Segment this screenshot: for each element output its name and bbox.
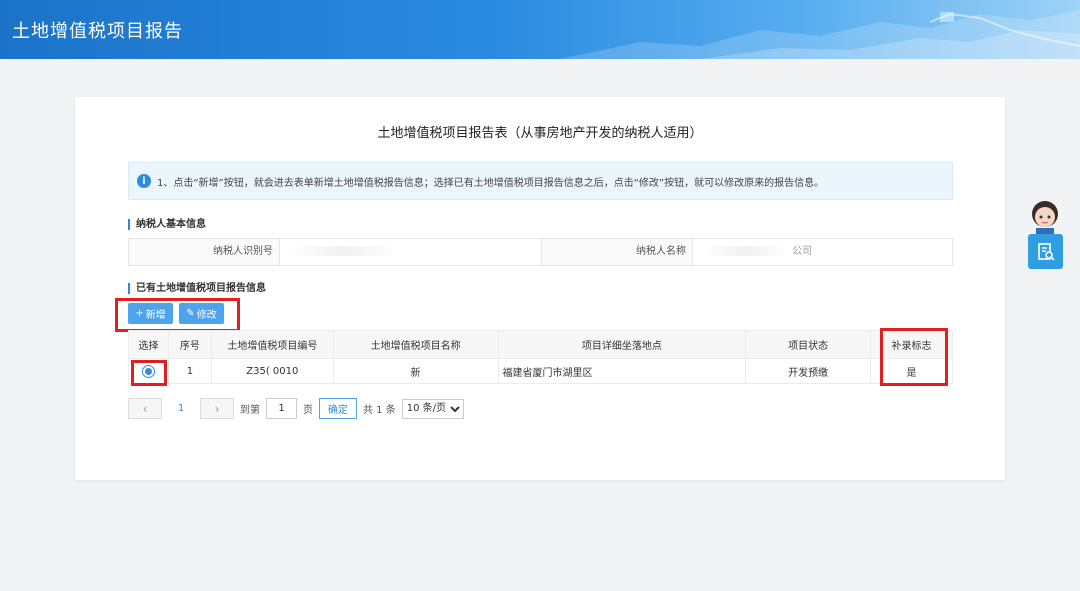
col-header: 补录标志	[870, 330, 953, 359]
chevron-left-icon: ‹	[142, 401, 148, 416]
plus-icon: +	[135, 308, 144, 319]
code-cell: Z35( 0010	[210, 358, 334, 384]
taxpayer-name-label: 纳税人名称	[636, 246, 686, 257]
top-header: 土地增值税项目报告	[0, 0, 1080, 59]
table-row[interactable]: 1 Z35( 0010 新 福建省厦门市湖里区 开发预缴 是	[128, 358, 953, 384]
total-count: 共 1 条	[363, 405, 396, 416]
assistant-avatar[interactable]	[1028, 198, 1062, 234]
index-cell: 1	[167, 358, 212, 384]
edit-button[interactable]: ✎ 修改	[179, 303, 224, 324]
col-header: 土地增值税项目编号	[210, 330, 334, 359]
col-header: 序号	[167, 330, 212, 359]
report-table: 选择 序号 土地增值税项目编号 土地增值税项目名称 项目详细坐落地点 项目状态 …	[128, 330, 953, 384]
notice-box: i 1、点击“新增”按钮，就会进去表单新增土地增值税报告信息；选择已有土地增值税…	[128, 162, 953, 200]
col-header: 土地增值税项目名称	[332, 330, 499, 359]
confirm-button[interactable]: 确定	[319, 398, 357, 419]
redacted-value	[288, 246, 398, 256]
select-cell[interactable]	[128, 358, 169, 384]
app-title: 土地增值税项目报告	[12, 21, 183, 42]
table-header-row: 选择 序号 土地增值税项目编号 土地增值税项目名称 项目详细坐落地点 项目状态 …	[128, 330, 953, 359]
status-cell: 开发预缴	[745, 358, 872, 384]
pagination: ‹ 1 › 到第 页 确定 共 1 条 10 条/页	[128, 398, 464, 419]
chevron-right-icon: ›	[214, 401, 220, 416]
page-size-select[interactable]: 10 条/页	[401, 398, 464, 419]
add-button[interactable]: + 新增	[128, 303, 173, 324]
col-header: 项目状态	[745, 330, 872, 359]
report-card: 土地增值税项目报告表（从事房地产开发的纳税人适用） i 1、点击“新增”按钮，就…	[75, 97, 1005, 480]
goto-label: 到第	[240, 405, 260, 416]
section-basic-info: 纳税人基本信息	[128, 219, 206, 230]
edit-button-label: 修改	[196, 310, 217, 321]
name-cell: 新	[332, 358, 499, 384]
side-tool-button[interactable]	[1028, 234, 1063, 269]
section-report-info: 已有土地增值税项目报告信息	[128, 283, 266, 294]
location-cell: 福建省厦门市湖里区	[497, 358, 747, 384]
taxpayer-info-row: 纳税人识别号 纳税人名称 公司	[128, 238, 953, 266]
redacted-value	[701, 246, 789, 256]
pencil-icon: ✎	[186, 308, 195, 319]
taxpayer-name-text: 公司	[792, 246, 813, 257]
add-button-label: 新增	[145, 310, 166, 321]
page-number[interactable]: 1	[162, 403, 200, 414]
info-icon: i	[137, 174, 151, 188]
col-header: 选择	[128, 330, 169, 359]
form-title: 土地增值税项目报告表（从事房地产开发的纳税人适用）	[377, 126, 703, 141]
page-input[interactable]	[266, 398, 297, 419]
col-header: 项目详细坐落地点	[497, 330, 747, 359]
flag-cell: 是	[870, 358, 953, 384]
search-document-icon	[1037, 242, 1055, 261]
taxpayer-id-value	[279, 239, 542, 265]
page-suffix: 页	[303, 405, 313, 416]
prev-page-button[interactable]: ‹	[128, 398, 162, 419]
taxpayer-name-value: 公司	[692, 239, 952, 265]
next-page-button[interactable]: ›	[200, 398, 234, 419]
row-radio[interactable]	[141, 364, 155, 378]
notice-text: 1、点击“新增”按钮，就会进去表单新增土地增值税报告信息；选择已有土地增值税项目…	[157, 177, 825, 189]
taxpayer-id-label: 纳税人识别号	[213, 246, 273, 257]
